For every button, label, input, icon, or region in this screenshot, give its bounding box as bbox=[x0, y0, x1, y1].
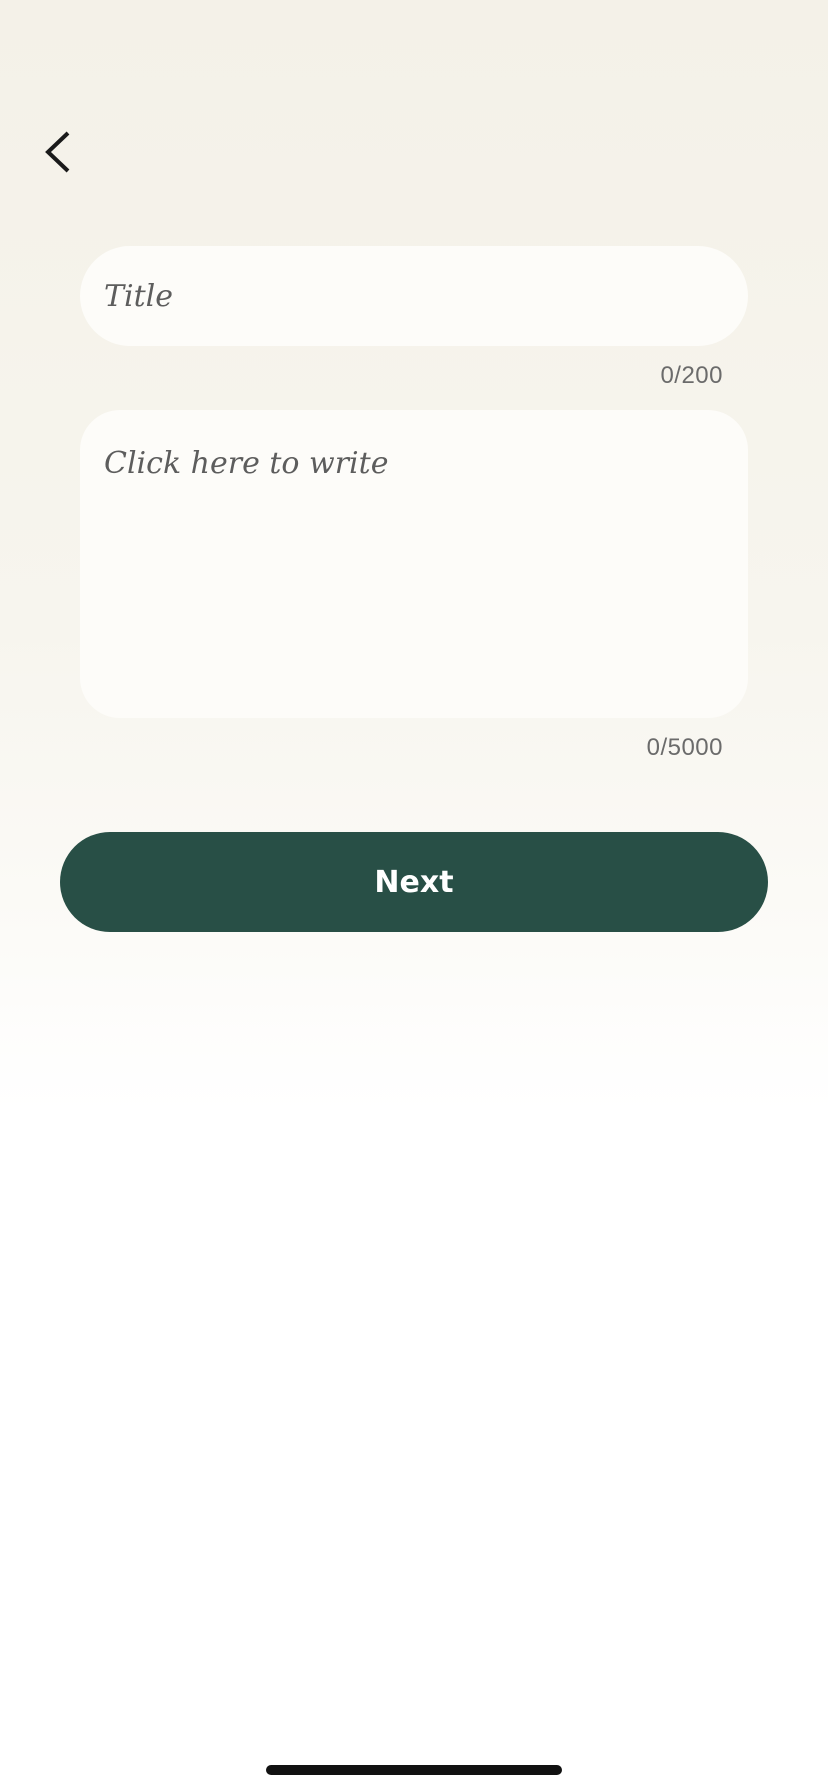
title-field[interactable] bbox=[80, 246, 748, 346]
home-indicator bbox=[266, 1765, 562, 1775]
chevron-left-icon bbox=[42, 130, 72, 174]
next-button[interactable]: Next bbox=[60, 832, 768, 932]
title-char-counter: 0/200 bbox=[660, 362, 723, 389]
title-input[interactable] bbox=[104, 278, 724, 314]
body-char-counter: 0/5000 bbox=[646, 734, 723, 761]
body-textarea[interactable] bbox=[104, 444, 724, 684]
body-field[interactable] bbox=[80, 410, 748, 718]
back-button[interactable] bbox=[34, 122, 80, 182]
next-button-label: Next bbox=[374, 864, 454, 900]
